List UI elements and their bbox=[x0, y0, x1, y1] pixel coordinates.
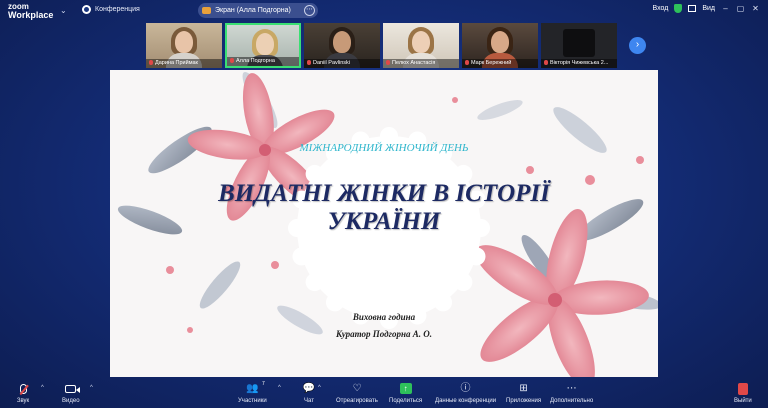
meeting-toolbar: Звук ^ Видео ^ 👥 Участники 7 ^ 💬 Чат ^ ♡… bbox=[0, 380, 768, 408]
participant-face bbox=[412, 31, 430, 53]
close-icon[interactable]: ✕ bbox=[751, 4, 760, 13]
apps-icon: ⊞ bbox=[519, 383, 528, 394]
video-label: Видео bbox=[62, 398, 80, 404]
screen-share-icon bbox=[202, 7, 211, 14]
mic-muted-icon bbox=[307, 60, 311, 65]
meeting-info-button[interactable]: ⓘ Данные конференции bbox=[435, 382, 496, 404]
view-grid-icon bbox=[688, 5, 697, 12]
participant-name: Марк Бережний bbox=[471, 60, 512, 66]
participant-tile[interactable]: Марк Бережний bbox=[462, 23, 538, 68]
participant-tile-camera-off[interactable]: Вікторія Чижевська 2... bbox=[541, 23, 617, 68]
shield-icon[interactable] bbox=[674, 4, 683, 13]
slide-curator: Куратор Подгорна А. О. bbox=[336, 329, 432, 339]
logo-line2: Workplace bbox=[8, 10, 54, 20]
top-bar: zoom Workplace ⌄ Конференция Экран (Алла… bbox=[0, 0, 768, 22]
react-button[interactable]: ♡ Отреагировать bbox=[336, 382, 378, 404]
more-button[interactable]: ⋯ Дополнительно bbox=[550, 382, 593, 404]
participants-label: Участники bbox=[238, 398, 267, 404]
slide-title-line2: УКРАЇНИ bbox=[327, 208, 441, 235]
participant-tile[interactable]: Пелюх Анастасія bbox=[383, 23, 459, 68]
info-icon: ⓘ bbox=[460, 383, 471, 394]
react-label: Отреагировать bbox=[336, 398, 378, 404]
conference-label: Конференция bbox=[95, 6, 140, 13]
leave-label: Выйти bbox=[734, 398, 752, 404]
participant-name-label: Алла Подгорна bbox=[227, 57, 299, 66]
participant-name-label: Дарина Приймак bbox=[146, 59, 222, 68]
participant-tile[interactable]: Дарина Приймак bbox=[146, 23, 222, 68]
participant-name: Алла Подгорна bbox=[236, 58, 275, 64]
participant-name-label: Daniil Pavlinski bbox=[304, 59, 380, 68]
apps-label: Приложения bbox=[506, 398, 542, 404]
maximize-icon[interactable]: ▢ bbox=[736, 4, 745, 13]
conference-icon bbox=[82, 5, 91, 14]
participants-icon: 👥 bbox=[246, 383, 259, 394]
chat-options-caret-icon[interactable]: ^ bbox=[318, 385, 321, 391]
next-page-button[interactable]: › bbox=[629, 37, 646, 54]
minimize-icon[interactable]: – bbox=[721, 4, 730, 13]
participant-name-label: Пелюх Анастасія bbox=[383, 59, 459, 68]
audio-label: Звук bbox=[16, 398, 30, 404]
chevron-down-icon[interactable]: ⌄ bbox=[60, 6, 67, 15]
more-label: Дополнительно bbox=[550, 398, 594, 404]
leave-door-icon bbox=[737, 382, 748, 395]
participant-tile-active-speaker[interactable]: Алла Подгорна bbox=[225, 23, 301, 68]
audio-options-caret-icon[interactable]: ^ bbox=[41, 385, 44, 391]
meeting-info-label: Данные конференции bbox=[435, 398, 497, 404]
participant-strip: Дарина Приймак Алла Подгорна Daniil Pavl… bbox=[146, 23, 617, 68]
slide-event-type: Виховна година bbox=[352, 312, 416, 322]
chat-label: Чат bbox=[304, 398, 314, 404]
participant-face bbox=[491, 31, 509, 53]
participant-name-label: Марк Бережний bbox=[462, 59, 538, 68]
screen-share-indicator[interactable]: Экран (Алла Подгорна) ⋯ bbox=[198, 3, 318, 18]
conference-button[interactable]: Конференция bbox=[82, 5, 140, 14]
more-options-icon[interactable]: ⋯ bbox=[304, 5, 315, 16]
participants-count: 7 bbox=[262, 381, 265, 387]
slide-subtitle: МІЖНАРОДНИЙ ЖІНОЧИЙ ДЕНЬ bbox=[299, 142, 469, 154]
mic-muted-icon bbox=[19, 383, 27, 394]
participant-name-label: Вікторія Чижевська 2... bbox=[541, 59, 617, 68]
participant-face bbox=[333, 31, 351, 53]
heart-icon: ♡ bbox=[352, 383, 362, 394]
screen-share-label: Экран (Алла Подгорна) bbox=[215, 7, 291, 14]
shared-screen-slide: МІЖНАРОДНИЙ ЖІНОЧИЙ ДЕНЬ ВИДАТНІ ЖІНКИ В… bbox=[110, 70, 658, 377]
participants-options-caret-icon[interactable]: ^ bbox=[278, 385, 281, 391]
participant-tile[interactable]: Daniil Pavlinski bbox=[304, 23, 380, 68]
video-options-caret-icon[interactable]: ^ bbox=[90, 385, 93, 391]
share-label: Поделиться bbox=[389, 398, 423, 404]
participant-face bbox=[175, 31, 193, 53]
chevron-right-icon: › bbox=[635, 39, 640, 50]
more-dots-icon: ⋯ bbox=[566, 383, 577, 394]
camera-icon bbox=[65, 384, 81, 393]
participant-name: Пелюх Анастасія bbox=[392, 60, 436, 66]
slide-title: ВИДАТНІ ЖІНКИ В ІСТОРІЇ УКРАЇНИ bbox=[110, 180, 658, 236]
chat-icon: 💬 bbox=[302, 383, 316, 394]
participant-name: Дарина Приймак bbox=[155, 60, 198, 66]
mic-muted-icon bbox=[149, 60, 153, 65]
participant-name: Daniil Pavlinski bbox=[313, 60, 350, 66]
participant-face bbox=[256, 33, 274, 55]
share-screen-icon: ↑ bbox=[399, 383, 412, 394]
slide-title-line1: ВИДАТНІ ЖІНКИ В ІСТОРІЇ bbox=[218, 180, 550, 207]
avatar-placeholder bbox=[563, 29, 595, 57]
zoom-logo[interactable]: zoom Workplace bbox=[8, 2, 53, 20]
signin-label[interactable]: Вход bbox=[652, 5, 668, 12]
mic-muted-icon bbox=[230, 58, 234, 63]
mic-muted-icon bbox=[465, 60, 469, 65]
audio-button[interactable]: Звук bbox=[16, 382, 30, 404]
view-label[interactable]: Вид bbox=[702, 5, 715, 12]
leave-button[interactable]: Выйти bbox=[734, 382, 752, 404]
video-button[interactable]: Видео bbox=[62, 382, 81, 404]
top-right-controls: Вход Вид – ▢ ✕ bbox=[652, 4, 760, 13]
share-button[interactable]: ↑ Поделиться bbox=[389, 382, 422, 404]
participant-name: Вікторія Чижевська 2... bbox=[550, 60, 609, 66]
chat-button[interactable]: 💬 Чат bbox=[302, 382, 316, 404]
mic-muted-icon bbox=[386, 60, 390, 65]
apps-button[interactable]: ⊞ Приложения bbox=[506, 382, 541, 404]
mic-muted-icon bbox=[544, 60, 548, 65]
